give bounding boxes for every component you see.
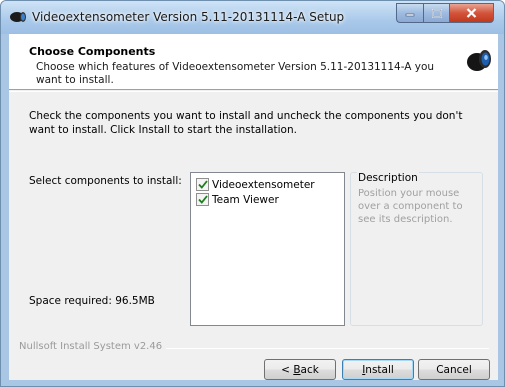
component-label: Team Viewer	[212, 193, 279, 206]
header-title: Choose Components	[29, 45, 156, 58]
branding-text: Nullsoft Install System v2.46	[19, 341, 167, 352]
install-label-rest: nstall	[365, 363, 394, 376]
back-button[interactable]: < Back	[264, 359, 336, 380]
description-title: Description	[357, 172, 419, 184]
minimize-icon	[405, 13, 415, 17]
maximize-icon	[431, 8, 442, 18]
cancel-label: Cancel	[436, 363, 472, 376]
close-button[interactable]	[449, 3, 494, 23]
window-title: Videoextensometer Version 5.11-20131114-…	[32, 10, 345, 24]
minimize-button[interactable]	[396, 3, 423, 23]
space-required-label: Space required: 96.5MB	[29, 295, 155, 307]
dialog-client-area: Choose Components Choose which features …	[9, 34, 498, 380]
back-prefix: <	[281, 363, 294, 376]
cancel-button[interactable]: Cancel	[418, 359, 490, 380]
installer-window: Videoextensometer Version 5.11-20131114-…	[0, 0, 505, 387]
components-tree[interactable]: Videoextensometer Team Viewer	[190, 172, 345, 326]
component-item-team-viewer[interactable]: Team Viewer	[196, 192, 279, 207]
header-divider	[9, 91, 498, 92]
header-subtitle: Choose which features of Videoextensomet…	[36, 61, 435, 86]
component-label: Videoextensometer	[212, 178, 315, 191]
camera-icon	[467, 50, 491, 71]
close-icon	[466, 8, 477, 18]
back-hotkey: B	[293, 363, 301, 376]
header-panel: Choose Components Choose which features …	[9, 34, 498, 90]
camera-icon	[10, 12, 26, 22]
back-label-rest: ack	[300, 363, 319, 376]
checkmark-icon	[197, 180, 208, 189]
description-text: Position your mouse over a component to …	[358, 188, 463, 225]
description-groupbox: Description Position your mouse over a c…	[350, 172, 483, 326]
caption-buttons	[396, 3, 494, 23]
select-components-label: Select components to install:	[29, 175, 182, 187]
install-button[interactable]: Install	[342, 359, 414, 380]
intro-text: Check the components you want to install…	[29, 110, 463, 136]
title-bar[interactable]: Videoextensometer Version 5.11-20131114-…	[1, 1, 504, 34]
component-item-videoextensometer[interactable]: Videoextensometer	[196, 177, 315, 192]
checkmark-icon	[197, 195, 208, 204]
checkbox[interactable]	[196, 178, 209, 191]
checkbox[interactable]	[196, 193, 209, 206]
maximize-button[interactable]	[423, 3, 449, 23]
